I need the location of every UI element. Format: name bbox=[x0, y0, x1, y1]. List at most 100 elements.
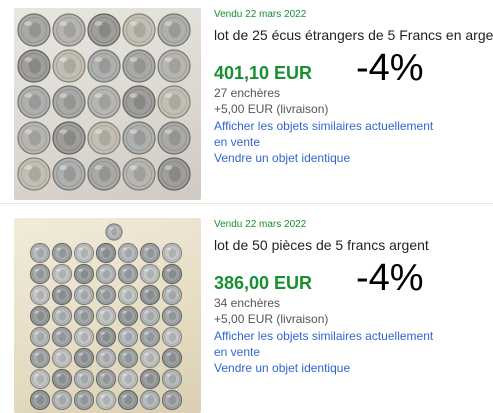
listing-item: Vendu 22 mars 2022 lot de 50 pièces de 5… bbox=[0, 210, 493, 413]
coin bbox=[139, 368, 161, 390]
coin bbox=[73, 263, 95, 285]
coin bbox=[87, 157, 121, 191]
coin bbox=[122, 121, 156, 155]
coin bbox=[29, 263, 51, 285]
coin bbox=[117, 389, 139, 411]
coin bbox=[139, 284, 161, 306]
percent-change: -4% bbox=[356, 257, 424, 299]
coin bbox=[139, 389, 161, 411]
coin bbox=[51, 305, 73, 327]
coin bbox=[87, 85, 121, 119]
coin bbox=[73, 284, 95, 306]
sell-identical-link[interactable]: Vendre un objet identique bbox=[214, 360, 493, 376]
coin bbox=[157, 121, 191, 155]
listing-thumbnail[interactable] bbox=[14, 218, 201, 413]
coin bbox=[161, 326, 183, 348]
price-row: 386,00 EUR -4% bbox=[214, 258, 493, 298]
coin bbox=[95, 263, 117, 285]
sold-date: Vendu 22 mars 2022 bbox=[214, 9, 307, 20]
coin bbox=[117, 347, 139, 369]
coin bbox=[17, 13, 51, 47]
coin bbox=[29, 389, 51, 411]
coin bbox=[157, 157, 191, 191]
listing-item: Vendu 22 mars 2022 lot de 25 écus étrang… bbox=[0, 0, 493, 200]
coin bbox=[29, 284, 51, 306]
coin bbox=[29, 347, 51, 369]
coin bbox=[161, 263, 183, 285]
coin bbox=[117, 242, 139, 264]
coin bbox=[52, 13, 86, 47]
price-row: 401,10 EUR -4% bbox=[214, 48, 493, 88]
coin bbox=[122, 13, 156, 47]
coin bbox=[52, 49, 86, 83]
coin bbox=[73, 389, 95, 411]
coin bbox=[117, 284, 139, 306]
coin bbox=[161, 368, 183, 390]
coin bbox=[51, 326, 73, 348]
coin bbox=[29, 326, 51, 348]
coin bbox=[157, 49, 191, 83]
listing-info: Vendu 22 mars 2022 lot de 50 pièces de 5… bbox=[214, 218, 493, 376]
coin bbox=[161, 242, 183, 264]
coin bbox=[161, 284, 183, 306]
coin bbox=[51, 389, 73, 411]
coin bbox=[161, 389, 183, 411]
coin bbox=[122, 157, 156, 191]
coin bbox=[87, 121, 121, 155]
coin bbox=[29, 368, 51, 390]
coin bbox=[95, 242, 117, 264]
coin bbox=[157, 85, 191, 119]
coin bbox=[52, 85, 86, 119]
coin bbox=[52, 157, 86, 191]
bid-count: 34 enchères bbox=[214, 296, 281, 310]
coin bbox=[73, 326, 95, 348]
coin bbox=[139, 263, 161, 285]
coin bbox=[51, 284, 73, 306]
coin bbox=[95, 326, 117, 348]
coin bbox=[139, 305, 161, 327]
sold-price: 386,00 EUR bbox=[214, 273, 313, 293]
coin bbox=[122, 49, 156, 83]
coin bbox=[105, 223, 123, 241]
bid-count: 27 enchères bbox=[214, 86, 281, 100]
coin bbox=[73, 242, 95, 264]
coin bbox=[51, 263, 73, 285]
coin bbox=[157, 13, 191, 47]
coin bbox=[117, 263, 139, 285]
coin bbox=[52, 121, 86, 155]
coin bbox=[51, 368, 73, 390]
coin bbox=[117, 326, 139, 348]
coin bbox=[95, 389, 117, 411]
coin-lot-image bbox=[17, 13, 191, 191]
coin bbox=[73, 368, 95, 390]
view-similar-link[interactable]: Afficher les objets similaires actuellem… bbox=[214, 328, 436, 360]
coin bbox=[51, 242, 73, 264]
listing-title[interactable]: lot de 25 écus étrangers de 5 Francs en … bbox=[214, 26, 493, 44]
coin bbox=[29, 242, 51, 264]
listing-info: Vendu 22 mars 2022 lot de 25 écus étrang… bbox=[214, 8, 493, 166]
coin bbox=[95, 305, 117, 327]
coin bbox=[51, 347, 73, 369]
shipping-cost: +5,00 EUR (livraison) bbox=[214, 102, 329, 116]
coin bbox=[139, 326, 161, 348]
coin bbox=[87, 13, 121, 47]
listing-thumbnail[interactable] bbox=[14, 8, 201, 200]
sell-identical-link[interactable]: Vendre un objet identique bbox=[214, 150, 493, 166]
coin bbox=[17, 157, 51, 191]
coin bbox=[17, 49, 51, 83]
coin bbox=[122, 85, 156, 119]
coin bbox=[17, 121, 51, 155]
coin bbox=[95, 368, 117, 390]
coin bbox=[95, 284, 117, 306]
coin bbox=[17, 85, 51, 119]
sold-price: 401,10 EUR bbox=[214, 63, 313, 83]
coin bbox=[87, 49, 121, 83]
coin bbox=[161, 305, 183, 327]
listing-title[interactable]: lot de 50 pièces de 5 francs argent bbox=[214, 236, 493, 254]
view-similar-link[interactable]: Afficher les objets similaires actuellem… bbox=[214, 118, 436, 150]
coin bbox=[161, 347, 183, 369]
coin bbox=[139, 347, 161, 369]
sold-date: Vendu 22 mars 2022 bbox=[214, 219, 307, 230]
coin-lot-image bbox=[29, 223, 183, 411]
coin bbox=[95, 347, 117, 369]
